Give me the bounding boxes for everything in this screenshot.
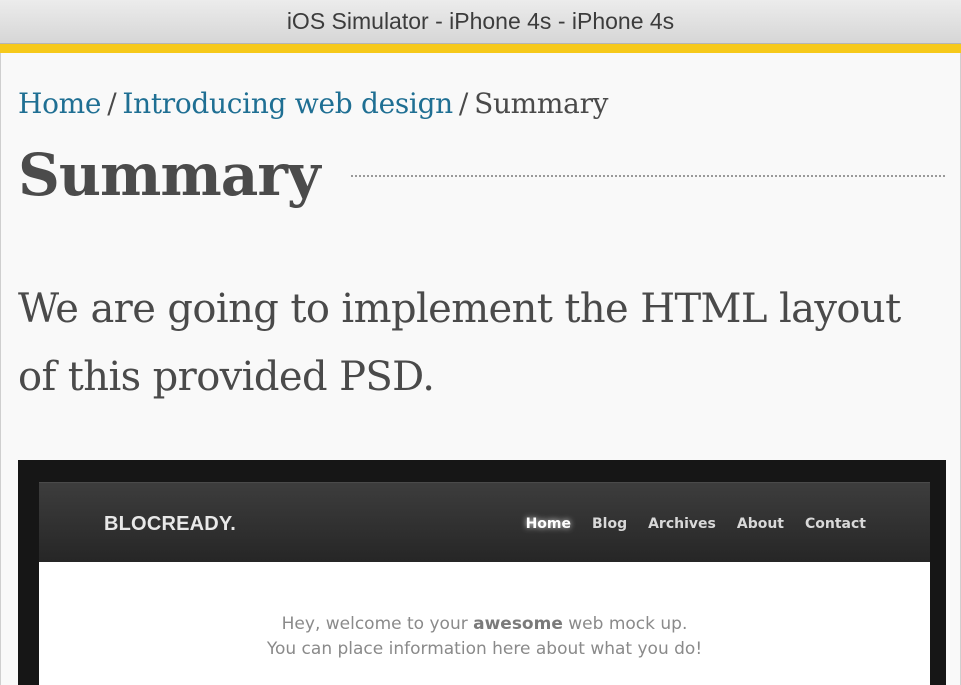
breadcrumb-separator: /	[107, 87, 117, 120]
breadcrumb-introducing-web-design-link[interactable]: Introducing web design	[122, 87, 453, 120]
mockup-welcome-prefix: Hey, welcome to your	[281, 614, 474, 634]
mockup-nav-home: Home	[525, 516, 571, 532]
mockup-nav-archives: Archives	[648, 516, 716, 532]
mockup-header: BLOCREADY. Home Blog Archives About Cont…	[39, 482, 930, 562]
breadcrumb-current: Summary	[474, 87, 609, 120]
simulator-window: iOS Simulator - iPhone 4s - iPhone 4s Ho…	[0, 0, 961, 685]
mockup-body: Hey, welcome to your awesome web mock up…	[39, 562, 930, 685]
breadcrumb: Home / Introducing web design / Summary	[18, 87, 608, 120]
window-titlebar[interactable]: iOS Simulator - iPhone 4s - iPhone 4s	[0, 0, 961, 44]
window-title: iOS Simulator - iPhone 4s - iPhone 4s	[286, 8, 675, 34]
mockup-nav-about: About	[736, 516, 784, 532]
mockup-welcome-suffix: web mock up.	[562, 614, 688, 634]
mockup-welcome-line2: You can place information here about wha…	[266, 639, 703, 659]
mockup-nav-blog: Blog	[591, 516, 628, 532]
page-title: Summary	[18, 141, 321, 209]
mockup-welcome-emphasis: awesome	[473, 614, 563, 634]
title-divider	[351, 175, 945, 177]
mockup-nav: Home Blog Archives About Contact	[526, 516, 866, 532]
breadcrumb-separator: /	[458, 87, 469, 120]
psd-mockup-image: BLOCREADY. Home Blog Archives About Cont…	[18, 460, 946, 685]
breadcrumb-home-link[interactable]: Home	[18, 87, 102, 120]
mockup-nav-contact: Contact	[805, 516, 866, 532]
page-content: Home / Introducing web design / Summary Summ…	[0, 53, 961, 685]
status-bar-accent	[0, 44, 961, 53]
intro-paragraph: We are going to implement the HTML layou…	[18, 286, 901, 400]
mockup-welcome-text: Hey, welcome to your awesome web mock up…	[39, 612, 930, 662]
mockup-logo: BLOCREADY.	[104, 513, 237, 535]
